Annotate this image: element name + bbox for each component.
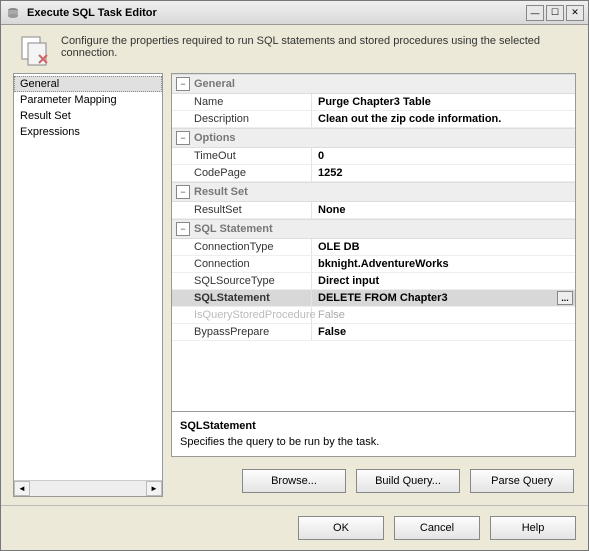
property-row-resultset[interactable]: ResultSetNone: [172, 202, 575, 219]
maximize-button[interactable]: ☐: [546, 5, 564, 21]
property-row-isquerystoredprocedure[interactable]: IsQueryStoredProcedureFalse: [172, 307, 575, 324]
property-value[interactable]: False: [312, 324, 575, 340]
property-grid[interactable]: −GeneralNamePurge Chapter3 TableDescript…: [171, 73, 576, 412]
ok-button[interactable]: OK: [298, 516, 384, 540]
collapse-icon[interactable]: −: [176, 77, 190, 91]
property-label: TimeOut: [172, 148, 312, 164]
property-value[interactable]: False: [312, 307, 575, 323]
property-row-name[interactable]: NamePurge Chapter3 Table: [172, 94, 575, 111]
property-row-sqlsourcetype[interactable]: SQLSourceTypeDirect input: [172, 273, 575, 290]
property-value[interactable]: 0: [312, 148, 575, 164]
sidebar-item-general[interactable]: General: [14, 76, 162, 92]
minimize-button[interactable]: —: [526, 5, 544, 21]
property-label: SQLSourceType: [172, 273, 312, 289]
collapse-icon[interactable]: −: [176, 185, 190, 199]
property-label: SQLStatement: [172, 290, 312, 306]
help-text: Specifies the query to be run by the tas…: [180, 436, 567, 448]
property-row-connection[interactable]: Connectionbknight.AdventureWorks: [172, 256, 575, 273]
property-label: Name: [172, 94, 312, 110]
property-row-codepage[interactable]: CodePage1252: [172, 165, 575, 182]
property-value[interactable]: None: [312, 202, 575, 218]
header-text: Configure the properties required to run…: [61, 35, 570, 59]
editor-window: Execute SQL Task Editor — ☐ ✕ Configure …: [0, 0, 589, 551]
app-icon: [5, 5, 21, 21]
help-panel: SQLStatement Specifies the query to be r…: [171, 412, 576, 457]
window-title: Execute SQL Task Editor: [27, 7, 526, 19]
property-label: CodePage: [172, 165, 312, 181]
section-general: −General: [172, 74, 575, 94]
header: Configure the properties required to run…: [1, 25, 588, 73]
property-row-connectiontype[interactable]: ConnectionTypeOLE DB: [172, 239, 575, 256]
property-value[interactable]: DELETE FROM Chapter3...: [312, 290, 575, 306]
sidebar-item-result-set[interactable]: Result Set: [14, 108, 162, 124]
property-value[interactable]: Purge Chapter3 Table: [312, 94, 575, 110]
property-row-description[interactable]: DescriptionClean out the zip code inform…: [172, 111, 575, 128]
property-value[interactable]: OLE DB: [312, 239, 575, 255]
close-button[interactable]: ✕: [566, 5, 584, 21]
collapse-icon[interactable]: −: [176, 222, 190, 236]
section-label: SQL Statement: [194, 223, 273, 235]
property-label: IsQueryStoredProcedure: [172, 307, 312, 323]
sidebar-hscroll[interactable]: ◄ ►: [14, 480, 162, 496]
sidebar-item-parameter-mapping[interactable]: Parameter Mapping: [14, 92, 162, 108]
collapse-icon[interactable]: −: [176, 131, 190, 145]
section-label: General: [194, 78, 235, 90]
help-title: SQLStatement: [180, 420, 567, 432]
property-value[interactable]: Clean out the zip code information.: [312, 111, 575, 127]
parse-query-button[interactable]: Parse Query: [470, 469, 574, 493]
sidebar-item-expressions[interactable]: Expressions: [14, 124, 162, 140]
property-label: BypassPrepare: [172, 324, 312, 340]
section-sql-statement: −SQL Statement: [172, 219, 575, 239]
property-label: ConnectionType: [172, 239, 312, 255]
build-query-button[interactable]: Build Query...: [356, 469, 460, 493]
property-label: ResultSet: [172, 202, 312, 218]
property-value[interactable]: bknight.AdventureWorks: [312, 256, 575, 272]
footer: OK Cancel Help: [1, 505, 588, 550]
browse-button[interactable]: Browse...: [242, 469, 346, 493]
property-label: Connection: [172, 256, 312, 272]
titlebar: Execute SQL Task Editor — ☐ ✕: [1, 1, 588, 25]
section-result-set: −Result Set: [172, 182, 575, 202]
property-row-bypassprepare[interactable]: BypassPrepareFalse: [172, 324, 575, 341]
cancel-button[interactable]: Cancel: [394, 516, 480, 540]
scroll-left-icon[interactable]: ◄: [14, 481, 30, 496]
help-button[interactable]: Help: [490, 516, 576, 540]
property-value[interactable]: Direct input: [312, 273, 575, 289]
property-row-timeout[interactable]: TimeOut0: [172, 148, 575, 165]
section-options: −Options: [172, 128, 575, 148]
property-value[interactable]: 1252: [312, 165, 575, 181]
property-row-sqlstatement[interactable]: SQLStatementDELETE FROM Chapter3...: [172, 290, 575, 307]
section-label: Result Set: [194, 186, 248, 198]
header-icon: [19, 35, 51, 67]
sidebar: GeneralParameter MappingResult SetExpres…: [13, 73, 163, 497]
property-label: Description: [172, 111, 312, 127]
scroll-right-icon[interactable]: ►: [146, 481, 162, 496]
ellipsis-button[interactable]: ...: [557, 291, 573, 305]
section-label: Options: [194, 132, 236, 144]
